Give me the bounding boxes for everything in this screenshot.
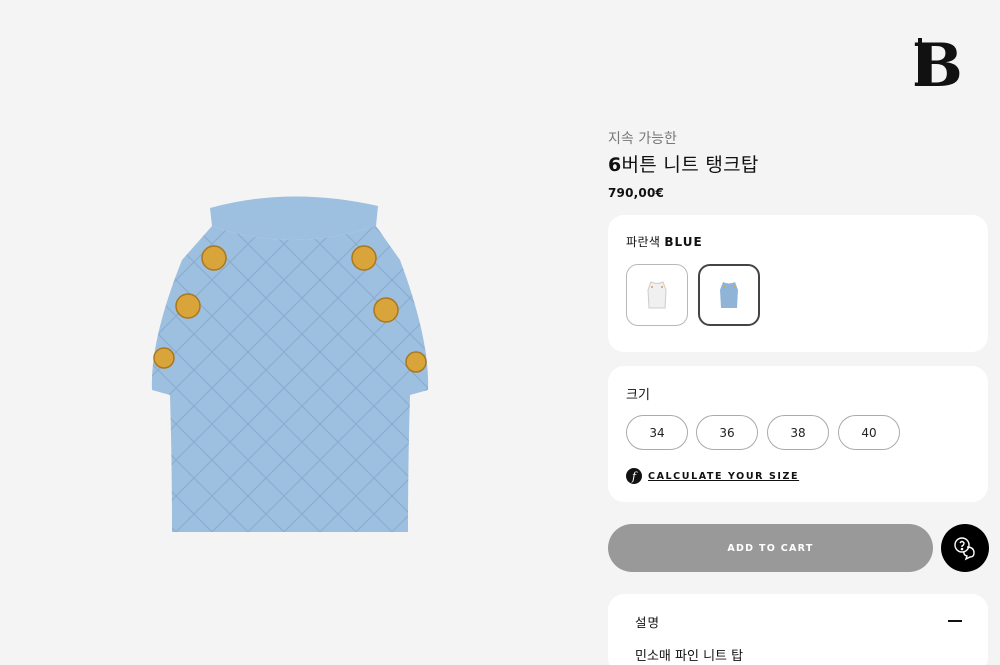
chat-question-icon [954, 537, 975, 561]
blue-tank-thumbnail-icon [720, 282, 738, 308]
sustainability-label: 지속 가능한 [608, 131, 677, 147]
calculate-size-text: CALCULATE YOUR SIZE [648, 470, 800, 482]
color-selector-card: 파란색 BLUE [608, 215, 988, 352]
size-option-36[interactable]: 36 [696, 415, 758, 450]
product-price: 790,00€ [608, 186, 665, 200]
calculate-size-link[interactable]: f CALCULATE YOUR SIZE [626, 468, 799, 484]
color-swatch-white[interactable] [626, 264, 688, 326]
description-card: 설명 민소매 파인 니트 탑 [608, 594, 988, 665]
size-selector-card: 크기 34 36 38 40 f CALCULATE YOUR SIZE [608, 366, 988, 502]
product-title: 6버튼 니트 탱크탑 [608, 150, 988, 177]
color-label-korean: 파란색 [626, 235, 661, 249]
color-name: BLUE [664, 235, 703, 249]
product-title-text: 버튼 니트 탱크탑 [621, 154, 759, 176]
color-swatch-blue[interactable] [698, 264, 760, 326]
white-tank-thumbnail-icon [647, 281, 667, 309]
product-info: 지속 가능한 6버튼 니트 탱크탑 790,00€ [608, 128, 988, 200]
color-label: 파란색 BLUE [626, 233, 703, 250]
description-subtitle: 민소매 파인 니트 탑 [635, 649, 744, 664]
product-image [151, 196, 429, 532]
product-title-number: 6 [608, 154, 622, 176]
add-to-cart-button[interactable]: ADD TO CART [608, 524, 933, 572]
size-label: 크기 [626, 388, 650, 403]
size-option-40[interactable]: 40 [838, 415, 900, 450]
description-title: 설명 [635, 615, 661, 630]
brand-logo[interactable]: B [912, 34, 968, 90]
collapse-minus-icon[interactable] [948, 620, 962, 622]
size-option-34[interactable]: 34 [626, 415, 688, 450]
size-option-38[interactable]: 38 [767, 415, 829, 450]
fit-calculator-icon: f [626, 468, 642, 484]
help-chat-button[interactable] [941, 524, 989, 572]
